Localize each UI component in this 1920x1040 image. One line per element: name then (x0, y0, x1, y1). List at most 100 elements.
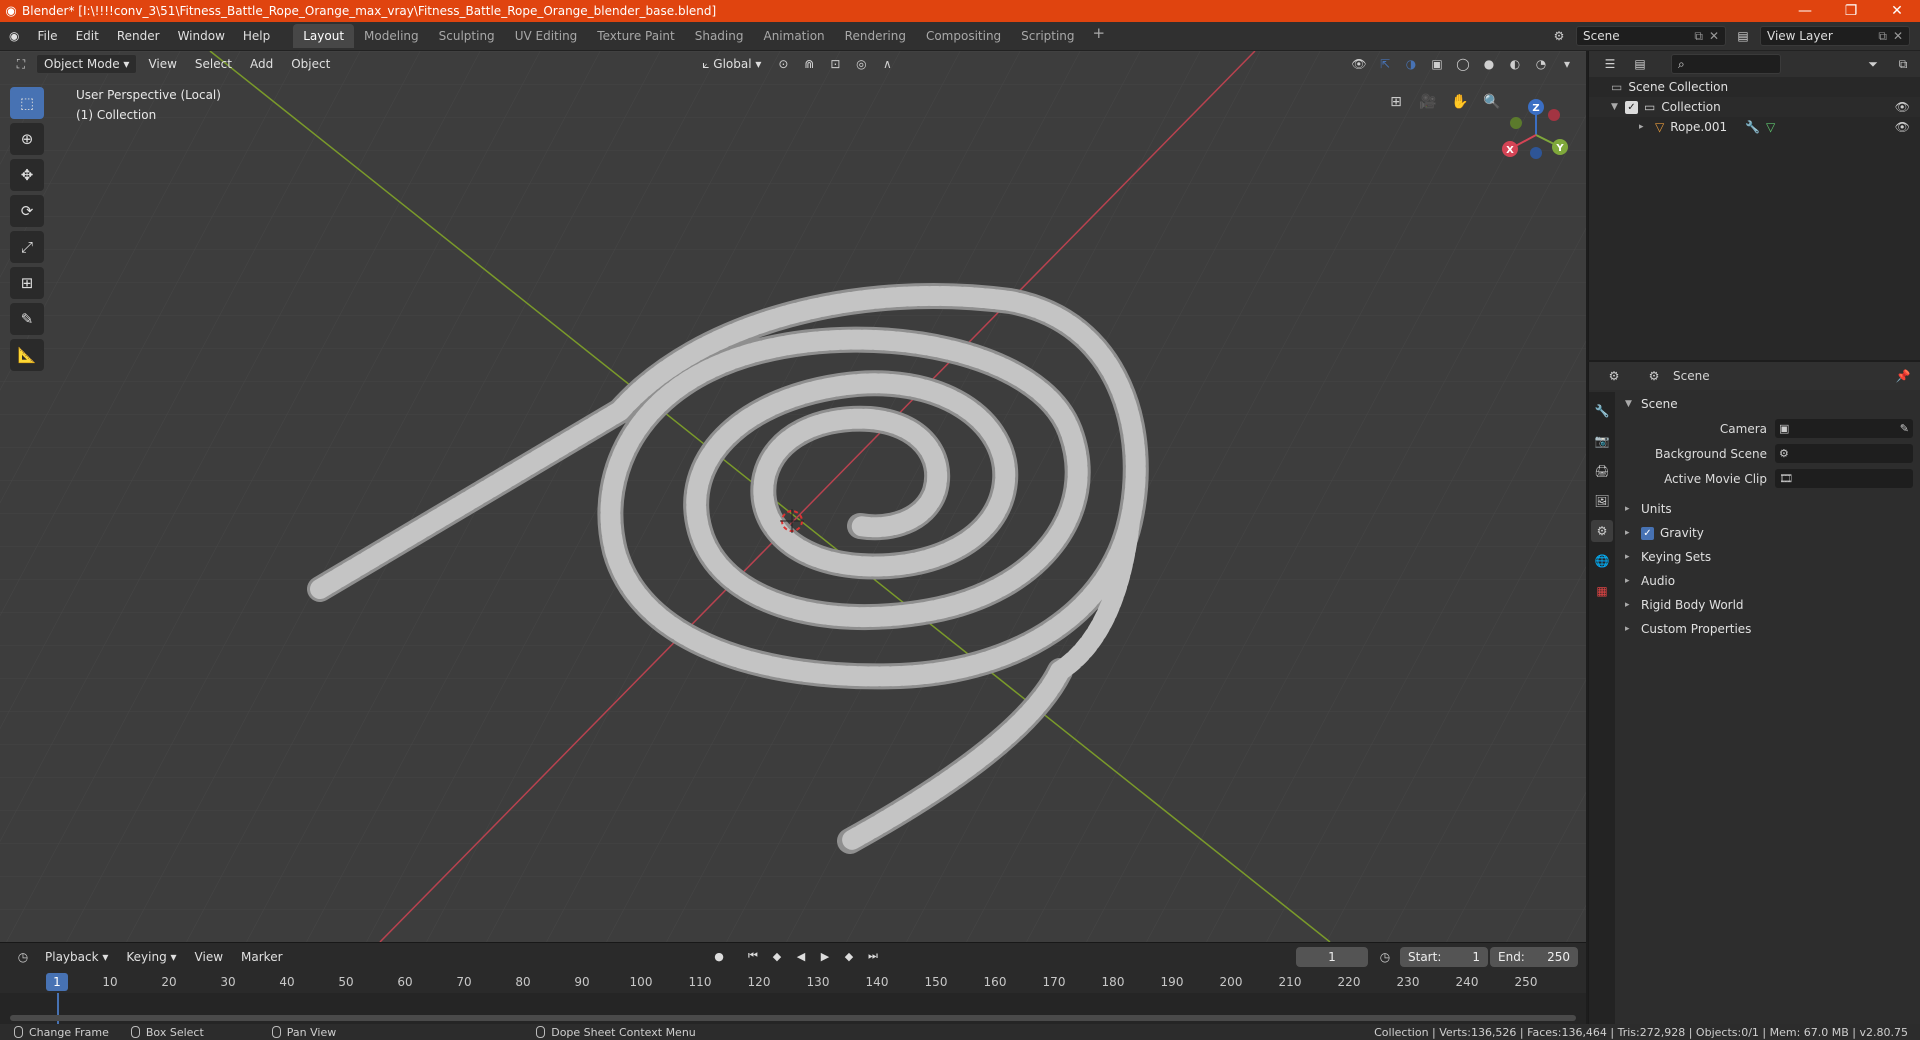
expand-arrow-icon[interactable]: ▸ (1639, 122, 1649, 132)
tab-compositing[interactable]: Compositing (916, 24, 1011, 48)
minimize-button[interactable]: — (1782, 3, 1828, 19)
camera-view-icon[interactable]: 🎥 (1415, 89, 1441, 115)
current-frame-indicator[interactable]: 1 (46, 973, 68, 991)
new-view-layer-icon[interactable]: ⧉ (1878, 29, 1887, 44)
jump-keyframe-back-icon[interactable]: ◆ (768, 947, 786, 965)
shading-options-icon[interactable]: ▾ (1556, 54, 1578, 74)
view-layer-icon[interactable]: ▤ (1732, 26, 1754, 46)
menu-file[interactable]: File (28, 29, 66, 43)
display-mode-icon[interactable]: ▤ (1629, 54, 1651, 74)
current-frame-field[interactable]: 1 (1296, 947, 1368, 967)
outliner-row-collection[interactable]: ▼ ✓ ▭ Collection 👁 (1589, 97, 1920, 117)
gizmo-neg-y-handle[interactable] (1510, 117, 1522, 129)
menu-render[interactable]: Render (108, 29, 169, 43)
frame-ruler[interactable]: 1 10 20 30 40 50 60 70 80 90 100 110 120… (0, 971, 1586, 993)
viewport-menu-select[interactable]: Select (188, 55, 239, 73)
active-movie-clip-field[interactable]: 🎞 (1775, 469, 1913, 488)
view-layer-selector[interactable]: View Layer ⧉ ✕ (1760, 26, 1910, 46)
tab-sculpting[interactable]: Sculpting (429, 24, 505, 48)
timeline-menu-marker[interactable]: Marker (234, 948, 289, 966)
render-tab-icon[interactable]: 📷 (1591, 430, 1613, 452)
scene-icon[interactable]: ⚙ (1548, 26, 1570, 46)
gizmo-neg-z-handle[interactable] (1530, 147, 1542, 159)
mode-selector[interactable]: Object Mode ▾ (36, 54, 138, 74)
shading-wireframe-icon[interactable]: ◯ (1452, 54, 1474, 74)
background-scene-field[interactable]: ⚙ (1775, 444, 1913, 463)
pan-view-icon[interactable]: ✋ (1447, 89, 1473, 115)
measure-tool-icon[interactable]: 📐 (10, 339, 44, 371)
scene-selector[interactable]: Scene ⧉ ✕ (1576, 26, 1726, 46)
close-button[interactable]: ✕ (1874, 3, 1920, 19)
texture-tab-icon[interactable]: ▦ (1591, 580, 1613, 602)
outliner-search-input[interactable]: ⌕ (1671, 54, 1781, 74)
tab-scripting[interactable]: Scripting (1011, 24, 1084, 48)
viewport-menu-add[interactable]: Add (243, 55, 280, 73)
object-visibility-icon[interactable]: 👁 (1895, 120, 1910, 134)
collection-visibility-icon[interactable]: 👁 (1895, 100, 1910, 114)
visibility-icon[interactable]: 👁 (1348, 54, 1370, 74)
viewport-menu-view[interactable]: View (141, 55, 183, 73)
new-scene-icon[interactable]: ⧉ (1694, 29, 1703, 44)
play-icon[interactable]: ▶ (816, 947, 834, 965)
snap-icon[interactable]: ⋒ (798, 54, 820, 74)
navigation-gizmo[interactable]: Z Y X (1496, 95, 1576, 175)
properties-editor-type-icon[interactable]: ⚙ (1603, 366, 1625, 386)
pivot-point-icon[interactable]: ⊙ (772, 54, 794, 74)
outliner-row-scene-collection[interactable]: ▭ Scene Collection (1589, 77, 1920, 97)
snap-target-icon[interactable]: ⊡ (824, 54, 846, 74)
timeline-scrollbar[interactable] (10, 1015, 1576, 1021)
eyedropper-icon[interactable]: ✎ (1900, 422, 1909, 435)
menu-help[interactable]: Help (234, 29, 279, 43)
jump-start-icon[interactable]: ⏮ (744, 947, 762, 965)
outliner-row-rope[interactable]: ▸ ▽ Rope.001 🔧 ▽ 👁 (1589, 117, 1920, 137)
collection-exclude-checkbox[interactable]: ✓ (1625, 100, 1638, 114)
tab-uv-editing[interactable]: UV Editing (505, 24, 588, 48)
menu-window[interactable]: Window (169, 29, 234, 43)
proportional-editing-icon[interactable]: ◎ (850, 54, 872, 74)
maximize-button[interactable]: ❐ (1828, 3, 1874, 19)
keying-sets-panel-header[interactable]: ▸ Keying Sets (1617, 545, 1920, 569)
falloff-icon[interactable]: ∧ (876, 54, 898, 74)
transform-orientation-selector[interactable]: ⟀ Global ▾ (695, 55, 768, 74)
overlay-toggle-icon[interactable]: ◑ (1400, 54, 1422, 74)
add-workspace-button[interactable]: + (1085, 24, 1114, 48)
units-panel-header[interactable]: ▸ Units (1617, 497, 1920, 521)
view-layer-tab-icon[interactable]: 🖼 (1591, 490, 1613, 512)
tab-animation[interactable]: Animation (753, 24, 834, 48)
start-frame-field[interactable]: Start: 1 (1400, 947, 1488, 967)
blender-menu-icon[interactable]: ◉ (0, 29, 28, 43)
gizmo-toggle-icon[interactable]: ⇱ (1374, 54, 1396, 74)
world-tab-icon[interactable]: 🌐 (1591, 550, 1613, 572)
rigid-body-world-panel-header[interactable]: ▸ Rigid Body World (1617, 593, 1920, 617)
viewport-menu-object[interactable]: Object (284, 55, 337, 73)
tab-shading[interactable]: Shading (685, 24, 754, 48)
expand-arrow-icon[interactable]: ▼ (1611, 102, 1621, 112)
scale-tool-icon[interactable]: ⤢ (10, 231, 44, 263)
shading-rendered-icon[interactable]: ◔ (1530, 54, 1552, 74)
output-tab-icon[interactable]: 🖨 (1591, 460, 1613, 482)
jump-keyframe-forward-icon[interactable]: ◆ (840, 947, 858, 965)
scene-panel-header[interactable]: ▼ Scene (1617, 392, 1920, 416)
timeline-menu-keying[interactable]: Keying ▾ (119, 948, 183, 966)
select-box-tool-icon[interactable]: ⬚ (10, 87, 44, 119)
transform-tool-icon[interactable]: ⊞ (10, 267, 44, 299)
gravity-checkbox[interactable]: ✓ (1641, 526, 1654, 540)
tab-texture-paint[interactable]: Texture Paint (587, 24, 684, 48)
shading-solid-icon[interactable]: ● (1478, 54, 1500, 74)
menu-edit[interactable]: Edit (67, 29, 108, 43)
end-frame-field[interactable]: End: 250 (1490, 947, 1578, 967)
editor-type-icon[interactable]: ⛶ (10, 54, 32, 74)
gizmo-neg-x-handle[interactable] (1548, 109, 1560, 121)
pin-icon[interactable]: 📌 (1892, 366, 1914, 386)
cursor-tool-icon[interactable]: ⊕ (10, 123, 44, 155)
timeline-menu-playback[interactable]: Playback ▾ (38, 948, 115, 966)
jump-end-icon[interactable]: ⏭ (864, 947, 882, 965)
timeline-menu-view[interactable]: View (188, 948, 230, 966)
new-collection-icon[interactable]: ⧉ (1892, 54, 1914, 74)
scene-tab-icon[interactable]: ⚙ (1591, 520, 1613, 542)
delete-scene-icon[interactable]: ✕ (1709, 29, 1719, 43)
timeline-body[interactable] (0, 993, 1586, 1025)
toggle-grid-view-icon[interactable]: ⊞ (1383, 89, 1409, 115)
custom-properties-panel-header[interactable]: ▸ Custom Properties (1617, 617, 1920, 641)
preview-range-icon[interactable]: ◷ (1374, 947, 1396, 967)
